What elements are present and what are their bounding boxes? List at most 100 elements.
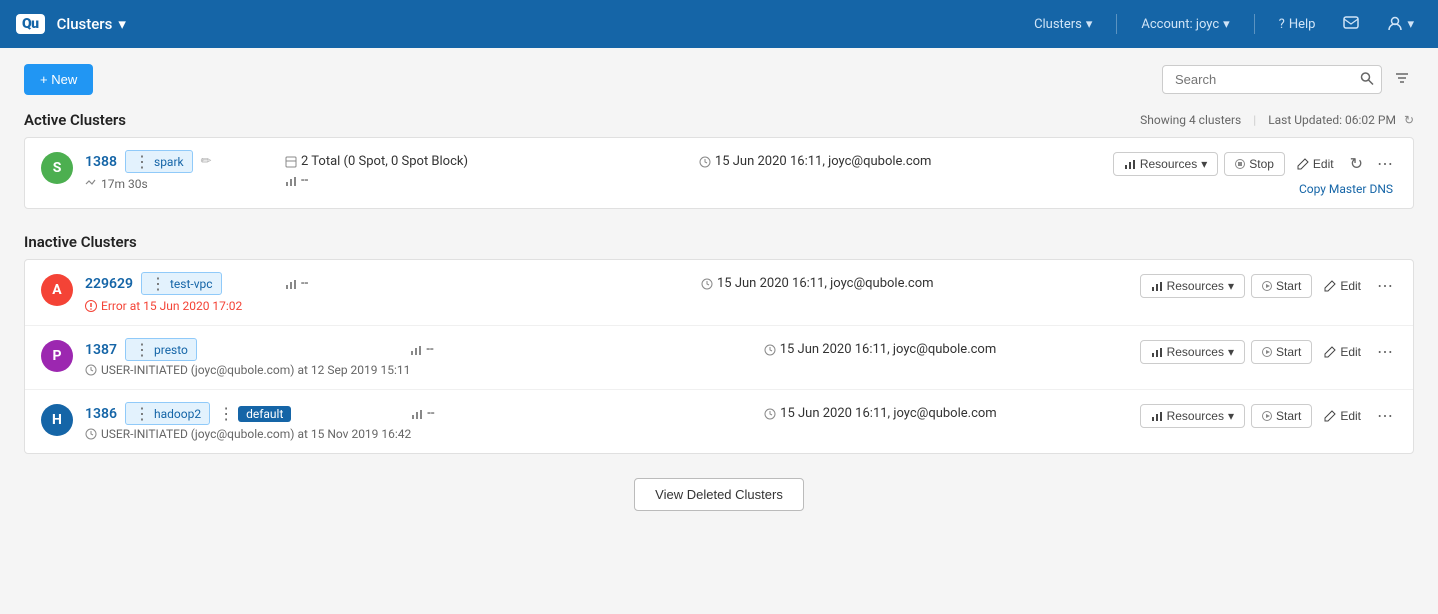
refresh-icon[interactable]: ↻ bbox=[1404, 113, 1414, 127]
cluster-left: 1386 ⋮ hadoop2 ⋮ default bbox=[85, 402, 411, 441]
active-section-meta: Showing 4 clusters | Last Updated: 06:02… bbox=[1140, 113, 1414, 127]
cluster-timestamp-col: 15 Jun 2020 16:11, joyc@qubole.com bbox=[764, 402, 1117, 421]
cluster-center: -- bbox=[410, 338, 763, 357]
search-input[interactable] bbox=[1162, 65, 1382, 94]
active-section-title: Active Clusters bbox=[24, 111, 126, 129]
cluster-name-row: 1387 ⋮ presto bbox=[85, 338, 410, 361]
action-row: Resources ▾ Start Edit bbox=[1140, 272, 1397, 300]
clusters-menu[interactable]: Clusters ▾ bbox=[1026, 17, 1100, 32]
stop-button[interactable]: Stop bbox=[1224, 152, 1285, 176]
tag-dots[interactable]: ⋮ bbox=[134, 152, 150, 171]
start-button[interactable]: Start bbox=[1251, 404, 1312, 428]
cluster-actions: Resources ▾ Start Edit bbox=[1117, 272, 1397, 300]
user-menu[interactable]: ▾ bbox=[1379, 16, 1422, 32]
cluster-actions: Resources ▾ Start Edit bbox=[1117, 402, 1397, 430]
resources-button[interactable]: Resources ▾ bbox=[1140, 340, 1245, 364]
notifications-button[interactable] bbox=[1335, 16, 1367, 32]
inactive-clusters-table: A 229629 ⋮ test-vpc bbox=[24, 259, 1414, 454]
cluster-actions: Resources ▾ Stop Edit bbox=[1113, 150, 1397, 196]
new-button[interactable]: + New bbox=[24, 64, 93, 95]
account-menu[interactable]: Account: joyc ▾ bbox=[1133, 17, 1237, 32]
more-options-button[interactable]: ⋯ bbox=[1373, 402, 1397, 430]
resources-button[interactable]: Resources ▾ bbox=[1113, 152, 1218, 176]
active-clusters-table: S 1388 ⋮ spark ✏ bbox=[24, 137, 1414, 209]
cluster-timestamp: 15 Jun 2020 16:11, joyc@qubole.com bbox=[764, 406, 1117, 421]
action-row: Resources ▾ Start Edit bbox=[1140, 402, 1397, 430]
cluster-chart: -- bbox=[285, 276, 701, 291]
pencil-icon bbox=[1324, 410, 1336, 422]
edit-button[interactable]: Edit bbox=[1318, 341, 1367, 363]
inactive-section-header: Inactive Clusters bbox=[24, 233, 1414, 251]
error-icon bbox=[85, 300, 97, 312]
initiated-icon bbox=[85, 428, 97, 440]
cluster-left: 1388 ⋮ spark ✏ 17m 30s bbox=[85, 150, 285, 191]
refresh-button[interactable]: ↻ bbox=[1346, 150, 1367, 178]
help-menu[interactable]: ? Help bbox=[1271, 17, 1324, 32]
more-options-button[interactable]: ⋯ bbox=[1373, 150, 1397, 178]
tag-dots[interactable]: ⋮ bbox=[150, 274, 166, 293]
resources-button[interactable]: Resources ▾ bbox=[1140, 274, 1245, 298]
edit-icon[interactable]: ✏ bbox=[201, 154, 212, 169]
nav-divider-2 bbox=[1254, 14, 1255, 34]
edit-button[interactable]: Edit bbox=[1318, 275, 1367, 297]
edit-button[interactable]: Edit bbox=[1291, 153, 1340, 175]
uptime-icon bbox=[85, 178, 97, 190]
cluster-nodes: 2 Total (0 Spot, 0 Spot Block) bbox=[285, 154, 699, 169]
copy-master-row: Copy Master DNS bbox=[1299, 182, 1397, 196]
cluster-timestamp: 15 Jun 2020 16:11, joyc@qubole.com bbox=[699, 154, 1113, 169]
cluster-tag-default: default bbox=[238, 406, 291, 422]
resources-icon bbox=[1151, 280, 1163, 292]
pencil-icon bbox=[1324, 346, 1336, 358]
table-row: P 1387 ⋮ presto bbox=[25, 326, 1413, 390]
resources-icon bbox=[1124, 158, 1136, 170]
tag-dots[interactable]: ⋮ bbox=[134, 404, 150, 423]
filter-icon[interactable] bbox=[1390, 66, 1414, 94]
start-icon bbox=[1262, 411, 1272, 421]
view-deleted-button[interactable]: View Deleted Clusters bbox=[634, 478, 804, 511]
cluster-sub: USER-INITIATED (joyc@qubole.com) at 12 S… bbox=[85, 363, 410, 377]
cluster-name-link[interactable]: 229629 bbox=[85, 276, 133, 292]
nav-app-title: Clusters bbox=[57, 15, 113, 33]
table-row: S 1388 ⋮ spark ✏ bbox=[25, 138, 1413, 208]
cluster-timestamp-col: 15 Jun 2020 16:11, joyc@qubole.com bbox=[699, 150, 1113, 169]
inactive-section-title: Inactive Clusters bbox=[24, 233, 137, 251]
tag2-dots[interactable]: ⋮ bbox=[218, 404, 234, 423]
pencil-icon bbox=[1324, 280, 1336, 292]
cluster-uptime: 17m 30s bbox=[85, 177, 285, 191]
nav-title[interactable]: Clusters ▾ bbox=[57, 15, 126, 33]
active-section-header: Active Clusters Showing 4 clusters | Las… bbox=[24, 111, 1414, 129]
cluster-name-link[interactable]: 1387 bbox=[85, 342, 117, 358]
more-options-button[interactable]: ⋯ bbox=[1373, 338, 1397, 366]
cluster-chart: -- bbox=[285, 173, 699, 188]
nodes-icon bbox=[285, 156, 297, 168]
cluster-name-link[interactable]: 1388 bbox=[85, 154, 117, 170]
tag-dots[interactable]: ⋮ bbox=[134, 340, 150, 359]
cluster-sub: USER-INITIATED (joyc@qubole.com) at 15 N… bbox=[85, 427, 411, 441]
stop-icon bbox=[1235, 159, 1245, 169]
avatar: P bbox=[41, 340, 73, 372]
table-row: A 229629 ⋮ test-vpc bbox=[25, 260, 1413, 326]
cluster-tag: ⋮ hadoop2 bbox=[125, 402, 210, 425]
user-icon bbox=[1387, 16, 1403, 32]
edit-button[interactable]: Edit bbox=[1318, 405, 1367, 427]
resources-icon bbox=[1151, 346, 1163, 358]
start-button[interactable]: Start bbox=[1251, 340, 1312, 364]
initiated-icon bbox=[85, 364, 97, 376]
more-options-button[interactable]: ⋯ bbox=[1373, 272, 1397, 300]
bar-chart-icon bbox=[410, 344, 422, 356]
copy-master-dns-link[interactable]: Copy Master DNS bbox=[1299, 182, 1393, 196]
cluster-left: 229629 ⋮ test-vpc Error at 15 Jun 2020 1… bbox=[85, 272, 285, 313]
resources-button[interactable]: Resources ▾ bbox=[1140, 404, 1245, 428]
nav-dropdown-icon: ▾ bbox=[118, 15, 126, 33]
tag2-wrapper: ⋮ default bbox=[218, 404, 291, 423]
cluster-name-row: 1388 ⋮ spark ✏ bbox=[85, 150, 285, 173]
cluster-name-link[interactable]: 1386 bbox=[85, 406, 117, 422]
start-button[interactable]: Start bbox=[1251, 274, 1312, 298]
cluster-timestamp: 15 Jun 2020 16:11, joyc@qubole.com bbox=[764, 342, 1117, 357]
search-icon-button[interactable] bbox=[1360, 71, 1374, 88]
inactive-clusters-section: Inactive Clusters A 229629 ⋮ test-vpc bbox=[24, 233, 1414, 454]
cluster-timestamp-col: 15 Jun 2020 16:11, joyc@qubole.com bbox=[764, 338, 1117, 357]
cluster-chart: -- bbox=[411, 406, 764, 421]
avatar: S bbox=[41, 152, 73, 184]
clock-icon bbox=[764, 344, 776, 356]
